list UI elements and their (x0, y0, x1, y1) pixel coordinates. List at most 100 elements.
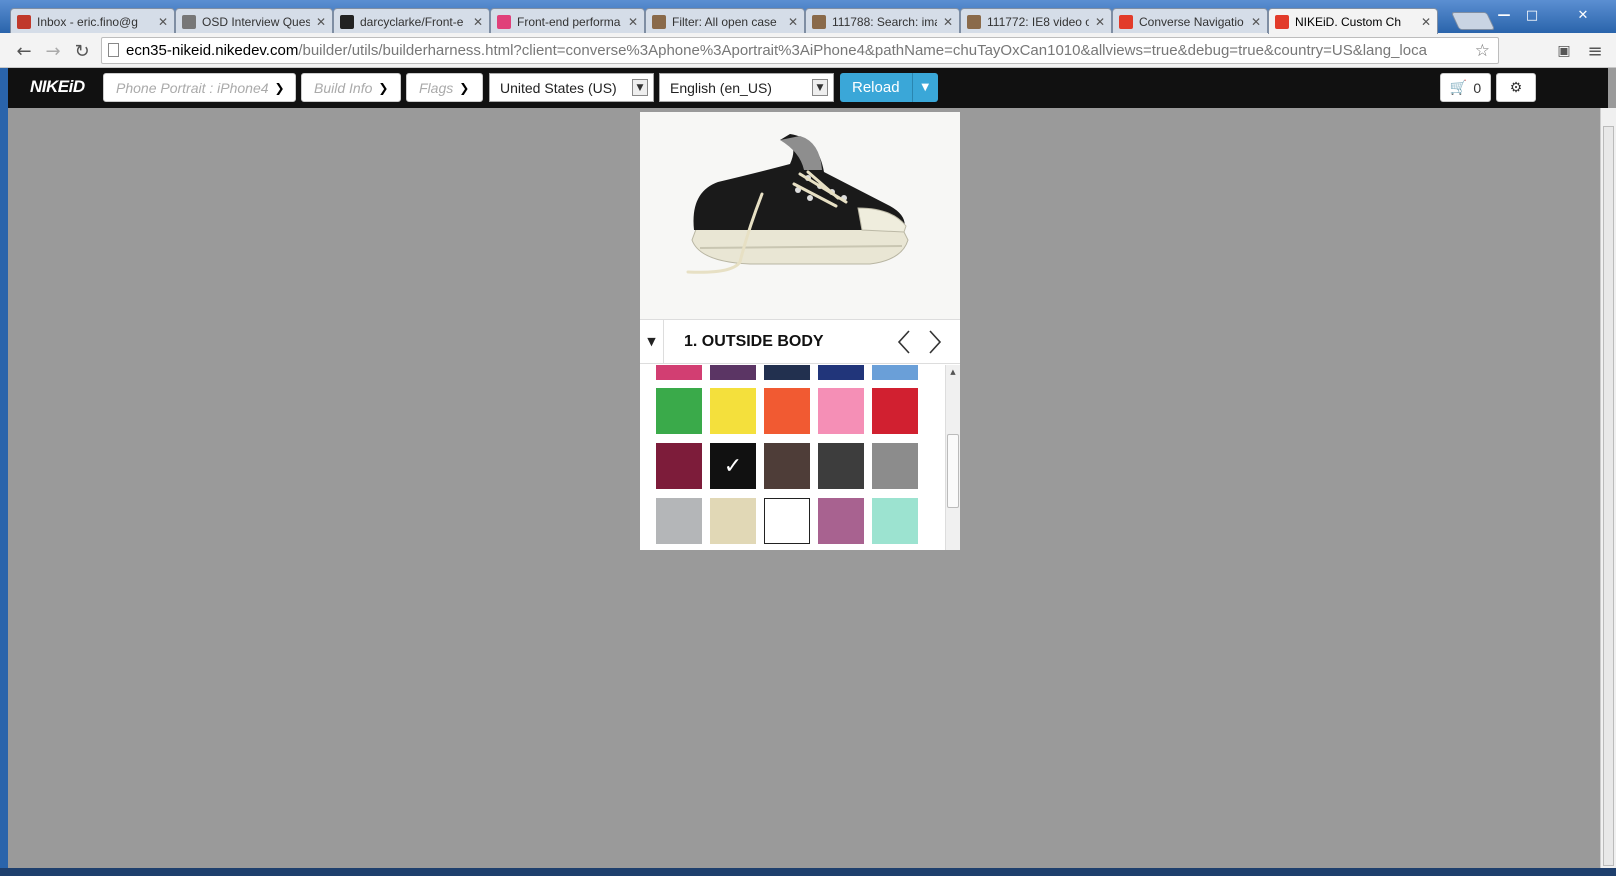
cast-icon[interactable]: ▣ (1552, 39, 1576, 63)
bug-icon (812, 14, 826, 29)
close-tab-icon[interactable]: ✕ (1095, 15, 1105, 29)
previous-step-icon[interactable] (893, 328, 917, 356)
flags-dropdown[interactable]: Flags ❯ (406, 73, 483, 102)
tab-title: Front-end performa (517, 14, 621, 29)
flags-label: Flags (419, 79, 454, 96)
chevron-down-icon: ❯ (459, 80, 470, 95)
color-swatch[interactable] (818, 365, 864, 380)
close-tab-icon[interactable]: ✕ (943, 15, 953, 29)
caret-down-icon[interactable]: ▼ (911, 73, 938, 102)
tab-title: Filter: All open case (672, 14, 777, 29)
browser-tab[interactable]: NIKEiD. Custom Ch ✕ (1268, 8, 1438, 34)
new-tab-button[interactable] (1450, 12, 1496, 30)
tab-title: darcyclarke/Front-e (360, 14, 464, 29)
address-bar[interactable]: ecn35-nikeid.nikedev.com/builder/utils/b… (101, 37, 1499, 64)
swoosh-icon (1275, 14, 1289, 29)
chevron-down-icon: ❯ (378, 80, 389, 95)
browser-tab[interactable]: 111772: IE8 video ov ✕ (960, 8, 1112, 34)
build-info-dropdown[interactable]: Build Info ❯ (301, 73, 401, 102)
reload-split-button: Reload ▼ (840, 73, 938, 102)
step-navigation: ▼ 1. OUTSIDE BODY (640, 319, 960, 364)
color-swatch[interactable] (656, 365, 702, 380)
close-tab-icon[interactable]: ✕ (316, 15, 326, 29)
close-tab-icon[interactable]: ✕ (1421, 15, 1431, 29)
browser-tab[interactable]: Filter: All open case ✕ (645, 8, 805, 34)
reload-button[interactable]: Reload (840, 79, 912, 96)
color-swatch[interactable] (764, 388, 810, 434)
device-dropdown[interactable]: Phone Portrait : iPhone4 ❯ (103, 73, 296, 102)
bug-icon (967, 14, 981, 29)
browser-tab[interactable]: Converse Navigatio ✕ (1112, 8, 1268, 34)
swatch-scrollbar[interactable]: ▲ (945, 365, 960, 550)
cart-icon: 🛒 (1449, 79, 1468, 95)
color-swatch[interactable] (710, 443, 756, 489)
color-swatch[interactable] (872, 365, 918, 380)
close-window-icon[interactable]: ✕ (1570, 6, 1596, 24)
bug-icon (652, 14, 666, 29)
swoosh-icon (1119, 14, 1133, 29)
tab-title: NIKEiD. Custom Ch (1295, 14, 1402, 29)
window-scrollbar[interactable] (1600, 108, 1616, 868)
browser-tab[interactable]: darcyclarke/Front-e ✕ (333, 8, 490, 34)
back-icon[interactable]: ← (12, 39, 36, 63)
color-swatch[interactable] (710, 498, 756, 544)
color-swatch[interactable] (818, 443, 864, 489)
close-tab-icon[interactable]: ✕ (473, 15, 483, 29)
window-scroll-thumb[interactable] (1603, 126, 1614, 866)
url-host: ecn35-nikeid.nikedev.com (126, 42, 299, 59)
browser-tab[interactable]: 111788: Search: ima ✕ (805, 8, 960, 34)
color-swatch[interactable] (710, 365, 756, 380)
browser-tab[interactable]: Front-end performa ✕ (490, 8, 645, 34)
tab-title: Inbox - eric.fino@g (37, 14, 138, 29)
menu-icon[interactable]: ≡ (1583, 39, 1607, 63)
forward-icon[interactable]: → (41, 39, 65, 63)
nikeid-logo: NIKEiD (30, 77, 85, 96)
close-tab-icon[interactable]: ✕ (158, 15, 168, 29)
minimize-icon[interactable]: — (1491, 6, 1517, 24)
scroll-up-icon[interactable]: ▲ (946, 365, 960, 379)
color-swatch[interactable] (872, 498, 918, 544)
close-tab-icon[interactable]: ✕ (788, 15, 798, 29)
maximize-icon[interactable]: □ (1519, 6, 1545, 24)
gear-icon: ⚙ (1509, 79, 1523, 95)
browser-tab[interactable]: OSD Interview Ques ✕ (175, 8, 333, 34)
harness-header: NIKEiD Phone Portrait : iPhone4 ❯ Build I… (8, 68, 1608, 108)
language-select[interactable]: English (en_US) ▼ (659, 73, 834, 102)
css-icon (497, 14, 511, 29)
window-left-edge (0, 68, 8, 868)
color-swatch[interactable] (710, 388, 756, 434)
bookmark-star-icon[interactable]: ☆ (1475, 41, 1490, 61)
reload-icon[interactable]: ↻ (70, 39, 94, 63)
browser-tab[interactable]: Inbox - eric.fino@g ✕ (10, 8, 175, 34)
build-info-label: Build Info (314, 79, 373, 96)
device-label: Phone Portrait : iPhone4 (116, 79, 269, 96)
scroll-thumb[interactable] (947, 434, 959, 508)
cart-button[interactable]: 🛒 0 (1440, 73, 1491, 102)
color-swatch[interactable] (818, 498, 864, 544)
color-swatch[interactable] (656, 388, 702, 434)
color-swatch[interactable] (764, 498, 810, 544)
chevron-down-icon: ❯ (274, 80, 285, 95)
tab-title: 111772: IE8 video ov (987, 14, 1089, 29)
browser-toolbar: ← → ↻ ecn35-nikeid.nikedev.com/builder/u… (0, 33, 1616, 68)
select-arrow-icon: ▼ (632, 79, 648, 96)
color-swatch[interactable] (656, 498, 702, 544)
color-swatch[interactable] (764, 365, 810, 380)
settings-button[interactable]: ⚙ (1496, 73, 1536, 102)
next-step-icon[interactable] (922, 328, 946, 356)
select-arrow-icon: ▼ (812, 79, 828, 96)
close-tab-icon[interactable]: ✕ (1251, 15, 1261, 29)
gmail-icon (17, 14, 31, 29)
shoe-illustration (686, 134, 909, 274)
phone-viewport: ▼ 1. OUTSIDE BODY ▲ (640, 112, 960, 550)
country-select[interactable]: United States (US) ▼ (489, 73, 654, 102)
color-swatch[interactable] (872, 443, 918, 489)
country-value: United States (US) (500, 79, 617, 96)
product-image (640, 112, 960, 319)
color-swatch[interactable] (764, 443, 810, 489)
step-menu-toggle[interactable]: ▼ (640, 320, 664, 363)
color-swatch[interactable] (818, 388, 864, 434)
color-swatch[interactable] (656, 443, 702, 489)
close-tab-icon[interactable]: ✕ (628, 15, 638, 29)
color-swatch[interactable] (872, 388, 918, 434)
